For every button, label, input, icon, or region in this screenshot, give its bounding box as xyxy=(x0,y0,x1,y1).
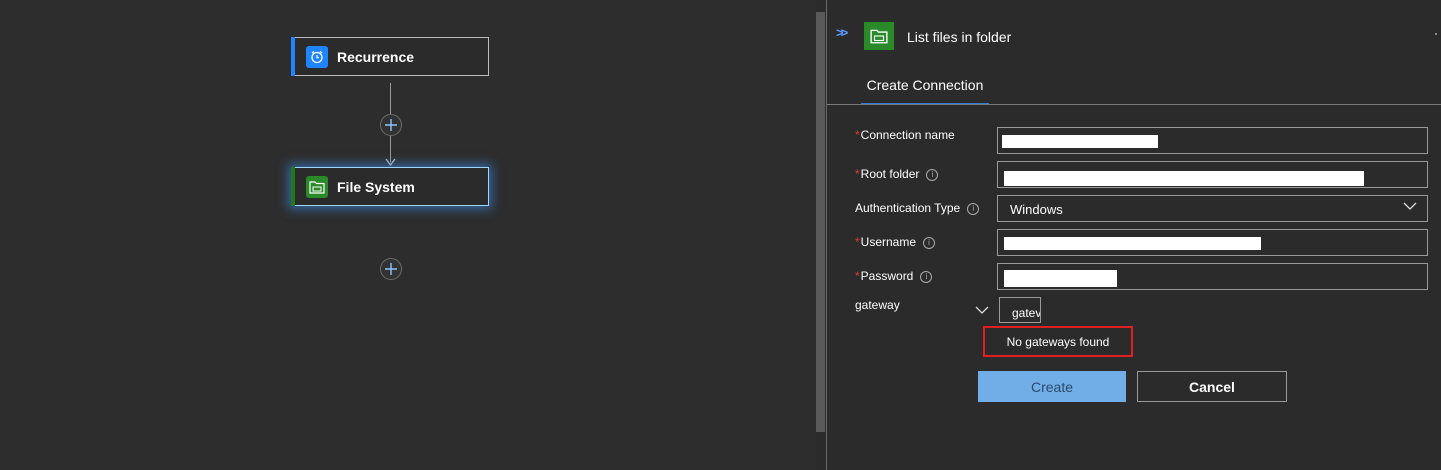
auth-type-label: Authentication Type i xyxy=(855,201,980,215)
field-label: Username xyxy=(860,235,917,249)
field-label: Authentication Type xyxy=(855,201,961,215)
field-label: gateway xyxy=(855,298,900,312)
redacted-value xyxy=(1004,171,1364,186)
cancel-button[interactable]: Cancel xyxy=(1137,371,1287,402)
recurrence-node[interactable]: Recurrence xyxy=(291,37,489,76)
selected-value: Windows xyxy=(1010,202,1063,217)
panel-title: List files in folder xyxy=(907,29,1012,45)
redacted-value xyxy=(1002,135,1158,148)
file-system-node[interactable]: File System xyxy=(291,167,489,206)
add-step-button[interactable] xyxy=(380,258,402,280)
add-step-button[interactable] xyxy=(380,114,402,136)
create-button[interactable]: Create xyxy=(978,371,1126,402)
chevron-down-icon xyxy=(1403,202,1417,210)
overflow-dot xyxy=(1435,33,1437,35)
username-input[interactable] xyxy=(997,229,1428,256)
gateway-search-input[interactable]: gatev xyxy=(999,297,1041,323)
required-marker: * xyxy=(855,235,860,249)
auth-type-select[interactable]: Windows xyxy=(997,195,1428,222)
root-folder-label: *Root folder i xyxy=(855,167,939,181)
plus-icon xyxy=(385,119,397,131)
folder-icon xyxy=(864,22,894,50)
info-icon[interactable]: i xyxy=(926,168,939,181)
node-accent xyxy=(291,37,295,76)
field-label: Connection name xyxy=(860,128,955,142)
info-icon[interactable]: i xyxy=(967,202,980,215)
collapse-panel-icon[interactable]: >> xyxy=(836,25,848,40)
node-label: File System xyxy=(337,178,415,195)
designer-canvas: Recurrence File System xyxy=(0,0,816,470)
no-gateways-message: No gateways found xyxy=(983,326,1133,357)
username-label: *Username i xyxy=(855,235,936,249)
redacted-value xyxy=(1004,237,1261,250)
password-label: *Password i xyxy=(855,269,933,283)
plus-icon xyxy=(385,263,397,275)
chevron-down-icon[interactable] xyxy=(975,303,989,317)
password-input[interactable] xyxy=(997,263,1428,290)
info-icon[interactable]: i xyxy=(923,236,936,249)
panel-resize-handle[interactable] xyxy=(816,12,825,432)
connector-line xyxy=(390,83,391,114)
folder-icon xyxy=(306,175,328,198)
info-icon[interactable]: i xyxy=(920,270,933,283)
field-label: Password xyxy=(860,269,914,283)
redacted-value xyxy=(1004,270,1117,287)
field-label: Root folder xyxy=(860,167,920,181)
connection-name-input[interactable] xyxy=(997,127,1428,154)
action-panel: >> List files in folder Create Connectio… xyxy=(827,0,1441,470)
gateway-label: gateway xyxy=(855,298,900,312)
required-marker: * xyxy=(855,167,860,181)
required-marker: * xyxy=(855,128,860,142)
node-accent xyxy=(291,167,295,206)
alarm-clock-icon xyxy=(306,45,328,68)
required-marker: * xyxy=(855,269,860,283)
tab-divider xyxy=(827,104,1441,105)
root-folder-input[interactable] xyxy=(997,161,1428,188)
connection-name-label: *Connection name xyxy=(855,128,955,142)
arrow-down-icon xyxy=(385,158,396,167)
node-label: Recurrence xyxy=(337,48,415,65)
tab-create-connection[interactable]: Create Connection xyxy=(861,77,989,105)
